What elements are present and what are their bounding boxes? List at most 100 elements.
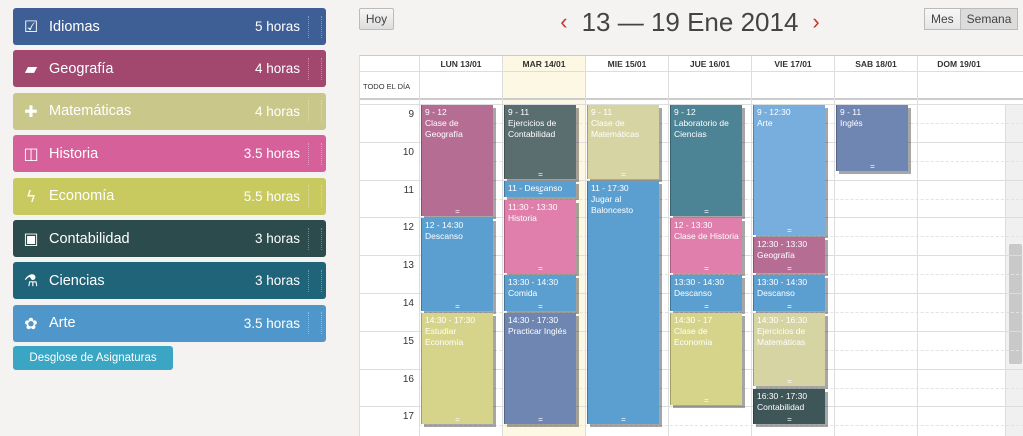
resize-handle-icon[interactable]: =	[505, 416, 576, 424]
resize-handle-icon[interactable]: =	[588, 416, 659, 424]
subject-idiomas[interactable]: ☑ Idiomas 5 horas	[13, 8, 326, 45]
next-week-button[interactable]: ›	[812, 9, 819, 35]
event-title: Descanso	[425, 231, 463, 242]
resize-handle-icon[interactable]: =	[671, 265, 742, 273]
scrollbar-thumb[interactable]	[1009, 244, 1022, 364]
event-title: Clase de Economía	[674, 325, 713, 347]
resize-handle-icon[interactable]: =	[671, 208, 742, 216]
event-time: 14:30 - 17	[674, 314, 713, 325]
resize-handle-icon[interactable]: =	[422, 302, 493, 311]
prev-week-button[interactable]: ‹	[560, 9, 567, 35]
resize-handle-icon[interactable]: =	[754, 302, 825, 311]
resize-handle-icon[interactable]: =	[671, 397, 742, 405]
drag-handle-icon[interactable]	[308, 269, 322, 292]
lightning-icon: ϟ	[25, 186, 37, 206]
event-time: 11 - 17:30	[591, 182, 629, 193]
calendar-event[interactable]: 13:30 - 14:30 Comida =	[504, 275, 576, 311]
drag-handle-icon[interactable]	[308, 227, 322, 250]
resize-handle-icon[interactable]: =	[671, 302, 742, 311]
event-time: 12 - 14:30	[425, 220, 464, 231]
drag-handle-icon[interactable]	[308, 15, 322, 38]
drag-handle-icon[interactable]	[308, 312, 322, 335]
calendar-event[interactable]: 14:30 - 16:30 Ejercicios de Matemáticas =	[753, 312, 825, 387]
hour-label: 13	[402, 260, 414, 272]
event-title: Comida	[508, 288, 538, 299]
resize-handle-icon[interactable]: =	[505, 189, 576, 197]
half-hour-line	[419, 425, 1023, 427]
subject-sidebar: ☑ Idiomas 5 horas ▰ Geografía 4 horas ✚ Matemát…	[0, 0, 340, 436]
resize-handle-icon[interactable]: =	[837, 163, 908, 171]
event-title: Jugar al Baloncesto	[591, 193, 634, 215]
hour-label: 16	[402, 373, 414, 385]
drag-handle-icon[interactable]	[308, 185, 322, 208]
resize-handle-icon[interactable]: =	[422, 208, 493, 216]
calendar-event[interactable]: 11:30 - 13:30 Historia =	[504, 199, 576, 274]
event-time: 12:30 - 13:30	[757, 239, 808, 250]
event-title: Estudiar Economía	[425, 325, 464, 347]
calendar-event[interactable]: 9 - 11 Inglés =	[836, 105, 908, 172]
subject-ciencias[interactable]: ⚗ Ciencias 3 horas	[13, 262, 326, 300]
day-header: DOM 19/01	[917, 56, 1000, 71]
subject-name: Historia	[49, 145, 99, 162]
resize-handle-icon[interactable]: =	[588, 170, 659, 179]
calendar-event[interactable]: 13:30 - 14:30 Descanso =	[670, 275, 742, 311]
resize-handle-icon[interactable]: =	[754, 416, 825, 424]
event-title: Clase de Geografía	[425, 118, 463, 139]
open-book-icon: ◫	[23, 144, 39, 164]
calendar-event[interactable]: 9 - 11 Clase de Matemáticas =	[587, 105, 659, 179]
calendar-event[interactable]: 12:30 - 13:30 Geografía =	[753, 237, 825, 274]
flask-icon: ⚗	[23, 271, 39, 291]
calendar-event[interactable]: 9 - 12:30 Arte =	[753, 105, 825, 236]
calendar-event[interactable]: 12 - 13:30 Clase de Historia =	[670, 218, 742, 274]
resize-handle-icon[interactable]: =	[754, 227, 825, 235]
subject-historia[interactable]: ◫ Historia 3.5 horas	[13, 135, 326, 173]
resize-handle-icon[interactable]: =	[505, 170, 576, 179]
calendar-event[interactable]: 13:30 - 14:30 Descanso =	[753, 275, 825, 311]
subject-hours: 3 horas	[254, 273, 300, 289]
calendar-scrollbar[interactable]	[1005, 104, 1023, 436]
calendar-event[interactable]: 14:30 - 17:30 Practicar Inglés =	[504, 312, 576, 425]
event-time: 16:30 - 17:30	[757, 390, 808, 401]
resize-handle-icon[interactable]: =	[754, 265, 825, 273]
resize-handle-icon[interactable]: =	[754, 378, 825, 386]
subject-arte[interactable]: ✿ Arte 3.5 horas	[13, 304, 326, 342]
plus-icon: ✚	[24, 101, 38, 121]
calendar-event[interactable]: 9 - 12 Clase de Geografía =	[421, 105, 493, 217]
day-header: MAR 14/01	[502, 56, 585, 71]
event-title: Arte	[757, 118, 773, 128]
calendar-event[interactable]: 11 - 17:30 Jugar al Baloncesto =	[587, 180, 659, 425]
event-title: Laboratorio de Ciencias	[674, 118, 729, 139]
week-view-button[interactable]: Semana	[960, 8, 1019, 30]
subject-breakdown-button[interactable]: Desglose de Asignaturas	[13, 346, 173, 370]
drag-handle-icon[interactable]	[308, 100, 322, 123]
subject-contabilidad[interactable]: ▣ Contabilidad 3 horas	[13, 220, 326, 257]
calendar-event[interactable]: 14:30 - 17 Clase de Economía =	[670, 312, 742, 406]
date-range-header: ‹ 13 — 19 Ene 2014 ›	[540, 6, 840, 38]
day-divider	[751, 56, 752, 436]
event-title: Practicar Inglés	[508, 325, 567, 336]
resize-handle-icon[interactable]: =	[505, 265, 576, 273]
today-button[interactable]: Hoy	[359, 8, 394, 30]
drag-handle-icon[interactable]	[308, 142, 322, 165]
drag-handle-icon[interactable]	[308, 57, 322, 80]
event-time: 9 - 12	[674, 107, 696, 117]
hour-label: 12	[402, 222, 414, 234]
calendar-event[interactable]: 9 - 11 Ejercicios de Contabilidad =	[504, 105, 576, 179]
event-time: 11:30 - 13:30	[508, 201, 558, 212]
calendar-event[interactable]: 11 - Descanso =	[504, 180, 576, 198]
day-divider	[668, 56, 669, 436]
subject-matemáticas[interactable]: ✚ Matemáticas 4 horas	[13, 92, 326, 130]
event-time: 9 - 11	[840, 107, 862, 117]
calendar-event[interactable]: 16:30 - 17:30 Contabilidad =	[753, 388, 825, 425]
calendar-event[interactable]: 12 - 14:30 Descanso =	[421, 218, 493, 311]
month-view-button[interactable]: Mes	[924, 8, 961, 30]
subject-economía[interactable]: ϟ Economía 5.5 horas	[13, 177, 326, 215]
subject-hours: 3.5 horas	[243, 146, 300, 162]
subject-geografía[interactable]: ▰ Geografía 4 horas	[13, 50, 326, 88]
all-day-row[interactable]: TODO EL DÍA	[360, 71, 1023, 100]
resize-handle-icon[interactable]: =	[505, 302, 576, 311]
resize-handle-icon[interactable]: =	[422, 416, 493, 424]
day-header: VIE 17/01	[751, 56, 834, 71]
calendar-event[interactable]: 14:30 - 17:30 Estudiar Economía =	[421, 312, 493, 425]
calendar-event[interactable]: 9 - 12 Laboratorio de Ciencias =	[670, 105, 742, 217]
